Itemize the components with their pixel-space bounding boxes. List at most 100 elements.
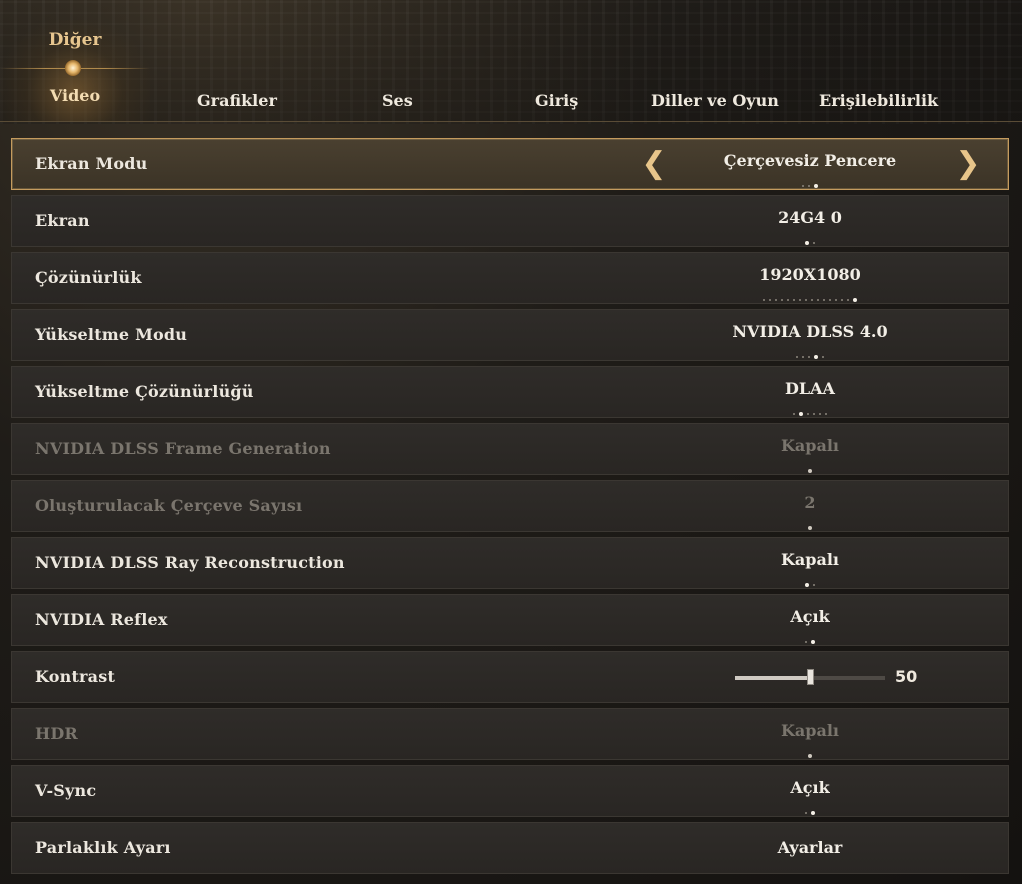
option-indicator: [660, 289, 960, 302]
setting-value: 24G4 0: [778, 208, 842, 227]
option-dot: [841, 298, 843, 301]
chevron-right-icon[interactable]: ❯: [954, 149, 982, 181]
option-dot: [808, 184, 810, 187]
option-dot: [817, 298, 819, 301]
setting-value: Çerçevesiz Pencere: [723, 151, 897, 170]
nav-divider: [0, 121, 1022, 122]
option-dot: [823, 298, 825, 301]
setting-value: Kapalı: [781, 550, 839, 569]
setting-row-yukseltme-modu[interactable]: Yükseltme Modu NVIDIA DLSS 4.0: [11, 309, 1009, 361]
option-dot: [781, 298, 783, 301]
slider-fill: [735, 676, 810, 680]
option-dot: [835, 298, 837, 301]
setting-row-ekran[interactable]: Ekran 24G4 0: [11, 195, 1009, 247]
option-dot-active: [808, 753, 812, 758]
setting-value: Açık: [790, 607, 830, 626]
option-dot: [805, 811, 807, 814]
setting-label: Ekran: [35, 211, 90, 230]
settings-list: Ekran Modu ❮ Çerçevesiz Pencere ❯ Ekran …: [11, 138, 1009, 879]
option-indicator: [660, 346, 960, 359]
contrast-slider[interactable]: [735, 669, 885, 685]
setting-value: Kapalı: [781, 721, 839, 740]
option-dot: [787, 298, 789, 301]
option-dot: [802, 355, 804, 358]
setting-row-yukseltme-cozunurlugu[interactable]: Yükseltme Çözünürlüğü DLAA: [11, 366, 1009, 418]
setting-row-kontrast[interactable]: Kontrast 50: [11, 651, 1009, 703]
setting-label: V-Sync: [35, 781, 97, 800]
option-dot: [825, 412, 827, 415]
setting-value: DLAA: [785, 379, 835, 398]
option-dot: [805, 298, 807, 301]
tab-grafikler[interactable]: Grafikler: [197, 91, 277, 110]
option-indicator: [660, 517, 960, 530]
tab-erisilebilirlik[interactable]: Erişilebilirlik: [819, 91, 938, 110]
setting-row-hdr: HDR Kapalı: [11, 708, 1009, 760]
tab-diller-ve-oyun[interactable]: Diller ve Oyun: [651, 91, 779, 110]
option-dot: [802, 184, 804, 187]
option-dot-active: [805, 582, 809, 587]
setting-label: Çözünürlük: [35, 268, 142, 287]
option-dot: [847, 298, 849, 301]
nav-group-other[interactable]: Diğer Video: [0, 20, 150, 122]
option-indicator: [660, 403, 960, 416]
option-dot: [796, 355, 798, 358]
setting-label: Yükseltme Modu: [35, 325, 188, 344]
setting-label: Oluşturulacak Çerçeve Sayısı: [35, 496, 303, 515]
option-dot: [819, 412, 821, 415]
option-dot-active: [853, 297, 857, 302]
setting-row-nvidia-reflex[interactable]: NVIDIA Reflex Açık: [11, 594, 1009, 646]
option-dot-active: [799, 411, 803, 416]
option-dot: [793, 412, 795, 415]
option-indicator: [660, 175, 960, 188]
tab-video[interactable]: Video: [0, 86, 150, 105]
option-dot: [769, 298, 771, 301]
setting-label: Kontrast: [35, 667, 116, 686]
setting-label: Parlaklık Ayarı: [35, 838, 171, 857]
brightness-settings-button[interactable]: Ayarlar: [660, 838, 960, 857]
setting-label: NVIDIA DLSS Ray Reconstruction: [35, 553, 345, 572]
option-dot: [807, 412, 809, 415]
active-tab-indicator-icon: [65, 60, 81, 76]
option-dot-active: [811, 639, 815, 644]
option-indicator: [660, 232, 960, 245]
setting-label: HDR: [35, 724, 78, 743]
slider-thumb[interactable]: [807, 669, 814, 685]
setting-row-parlaklik-ayari[interactable]: Parlaklık Ayarı Ayarlar: [11, 822, 1009, 874]
option-dot-active: [805, 240, 809, 245]
setting-row-v-sync[interactable]: V-Sync Açık: [11, 765, 1009, 817]
option-dot: [763, 298, 765, 301]
setting-row-cerceve-sayisi: Oluşturulacak Çerçeve Sayısı 2: [11, 480, 1009, 532]
tab-giris[interactable]: Giriş: [535, 91, 578, 110]
setting-value: 1920X1080: [759, 265, 861, 284]
option-dot: [813, 583, 815, 586]
setting-label: NVIDIA Reflex: [35, 610, 168, 629]
setting-row-cozunurluk[interactable]: Çözünürlük 1920X1080: [11, 252, 1009, 304]
option-dot: [829, 298, 831, 301]
option-indicator: [660, 460, 960, 473]
option-dot-active: [814, 354, 818, 359]
setting-label: Ekran Modu: [35, 154, 148, 173]
option-dot: [822, 355, 824, 358]
setting-label: NVIDIA DLSS Frame Generation: [35, 439, 331, 458]
slider-value: 50: [895, 667, 918, 686]
option-indicator: [660, 745, 960, 758]
setting-value: Açık: [790, 778, 830, 797]
option-indicator: [660, 574, 960, 587]
option-dot: [799, 298, 801, 301]
setting-value: 2: [804, 493, 816, 512]
option-dot: [813, 412, 815, 415]
setting-value: NVIDIA DLSS 4.0: [732, 322, 888, 341]
option-dot: [808, 355, 810, 358]
setting-row-dlss-ray-reconstruction[interactable]: NVIDIA DLSS Ray Reconstruction Kapalı: [11, 537, 1009, 589]
option-dot-active: [811, 810, 815, 815]
option-dot: [811, 298, 813, 301]
setting-row-dlss-frame-generation: NVIDIA DLSS Frame Generation Kapalı: [11, 423, 1009, 475]
option-dot: [775, 298, 777, 301]
option-dot-active: [814, 183, 818, 188]
setting-value: Kapalı: [781, 436, 839, 455]
nav-group-label: Diğer: [48, 30, 102, 50]
option-indicator: [660, 802, 960, 815]
tab-ses[interactable]: Ses: [382, 91, 413, 110]
setting-row-ekran-modu[interactable]: Ekran Modu ❮ Çerçevesiz Pencere ❯: [11, 138, 1009, 190]
option-dot: [813, 241, 815, 244]
